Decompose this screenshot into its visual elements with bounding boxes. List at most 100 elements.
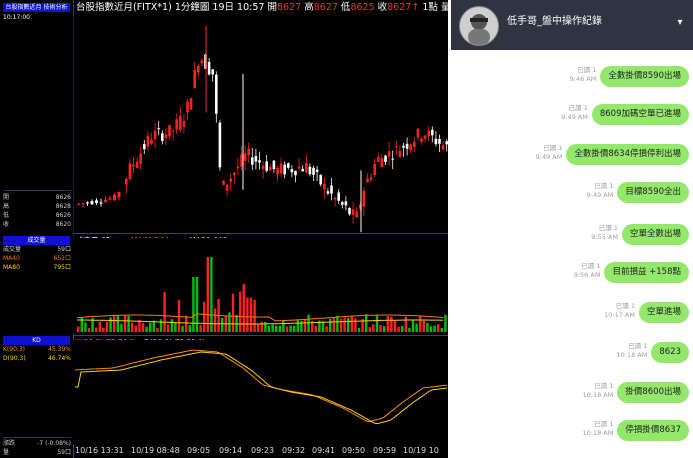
volume-bar — [188, 325, 191, 332]
candle — [423, 135, 427, 139]
chat-message[interactable]: 空單全數出場 已讀 1 9:55 AM — [459, 224, 689, 246]
kd-indicator-chart[interactable] — [73, 340, 448, 444]
message-time: 10:17 AM — [604, 311, 635, 319]
candle — [405, 143, 409, 149]
volume-bar — [131, 322, 134, 332]
divider — [73, 335, 448, 336]
candle — [99, 202, 103, 204]
volume-bar — [239, 291, 242, 332]
volume-bar — [336, 315, 339, 332]
read-receipt: 已讀 1 — [615, 302, 635, 310]
chat-window: 低手哥_盤中操作紀錄 ▾ 全數掛價8590出場 已讀 1 9:46 AM 8609加碼… — [451, 0, 693, 458]
message-bubble[interactable]: 8609加碼空單已進場 — [591, 104, 689, 125]
candle — [373, 164, 376, 176]
main-chart-area[interactable]: 台股指數近月(FITX*1) 1分鐘圖 19日 10:57 開8627 高862… — [73, 0, 448, 458]
chat-message[interactable]: 目標8590全出 已讀 1 9:49 AM — [459, 182, 689, 204]
quote-header: 台股指數近月(FITX*1) 1分鐘圖 19日 10:57 開8627 高862… — [76, 2, 448, 13]
volume-chart[interactable] — [73, 238, 448, 334]
message-bubble[interactable]: 目前損益 +158點 — [604, 262, 689, 283]
candle — [215, 74, 218, 114]
change-row: 漲跌 -7 (-0.08%) — [3, 440, 71, 447]
time-tick: 09:59 — [373, 446, 397, 455]
message-bubble[interactable]: 目標8590全出 — [617, 182, 689, 203]
time-axis: 10/16 13:31 10/19 08:48 09:05 09:14 09:2… — [73, 444, 448, 458]
candle — [315, 169, 319, 173]
candle — [395, 146, 398, 148]
candle — [240, 154, 243, 167]
chat-message[interactable]: 8623 已讀 1 10:18 AM — [459, 342, 689, 364]
read-receipt: 已讀 1 — [543, 144, 563, 152]
low-value: 8625 — [350, 2, 375, 13]
message-bubble[interactable]: 停損掛價8637 — [617, 420, 689, 441]
candle — [135, 161, 139, 168]
message-bubble[interactable]: 8623 — [651, 342, 689, 363]
close-value: 8627 — [387, 2, 412, 13]
candle — [193, 69, 196, 88]
kd-k-row: K(90,3) 45.39% — [3, 346, 71, 353]
volume-bar — [177, 299, 181, 332]
volume-bar — [401, 325, 404, 332]
candle — [348, 207, 351, 215]
chat-message[interactable]: 停損掛價8637 已讀 1 10:18 AM — [459, 420, 689, 442]
candle — [164, 134, 168, 138]
volume-bar — [422, 320, 425, 332]
candle — [211, 69, 214, 75]
candle — [261, 165, 265, 170]
volume-bar — [84, 322, 87, 332]
time-tick: 09:14 — [219, 446, 243, 455]
message-bubble[interactable]: 空單全數出場 — [621, 224, 689, 245]
chevron-down-icon[interactable]: ▾ — [673, 16, 687, 30]
volume-bar — [440, 327, 443, 332]
candle — [189, 98, 193, 110]
volume-bar — [325, 326, 328, 332]
message-bubble[interactable]: 空單進場 — [638, 302, 689, 323]
time-tick: 09:05 — [187, 446, 211, 455]
volume-bar — [192, 277, 195, 332]
panel-title[interactable]: 台股指數近月 技術分析 — [3, 3, 70, 12]
interval-label[interactable]: 1分鐘圖 — [175, 2, 210, 13]
volume-bar — [228, 312, 231, 332]
candle — [445, 141, 448, 145]
chat-message[interactable]: 目前損益 +158點 已讀 1 9:56 AM — [459, 262, 689, 284]
volume-bar — [379, 325, 382, 332]
candle — [297, 166, 301, 169]
volume-bar — [321, 321, 325, 332]
volume-bar — [95, 327, 98, 332]
volume-bar — [411, 319, 415, 332]
message-bubble[interactable]: 掛價8600出場 — [617, 382, 689, 403]
candle — [323, 183, 326, 190]
candle — [251, 157, 254, 165]
message-bubble[interactable]: 全數掛價8634停損停利出場 — [566, 144, 689, 165]
chat-message[interactable]: 8609加碼空單已進場 已讀 1 9:49 AM — [459, 104, 689, 126]
kd-panel-header[interactable]: KD — [3, 336, 70, 345]
volume-bar — [105, 321, 109, 332]
message-meta: 已讀 1 9:46 AM — [570, 66, 597, 84]
avatar[interactable] — [459, 6, 499, 46]
message-time: 9:49 AM — [586, 191, 614, 199]
candle — [150, 139, 153, 144]
candle — [171, 130, 175, 132]
candle — [157, 128, 160, 130]
volume-bar — [102, 327, 105, 332]
volume-bar — [246, 297, 249, 332]
candle — [153, 130, 157, 140]
volume-bar — [296, 319, 299, 332]
chat-message[interactable]: 掛價8600出場 已讀 1 10:18 AM — [459, 382, 689, 404]
candle — [319, 174, 322, 185]
candlestick-chart[interactable] — [73, 16, 448, 238]
volume-bar — [141, 323, 145, 332]
chat-title: 低手哥_盤中操作紀錄 — [507, 16, 602, 27]
chat-message[interactable]: 全數掛價8634停損停利出場 已讀 1 9:49 AM — [459, 144, 689, 166]
volume-bar — [77, 326, 80, 332]
chat-message[interactable]: 全數掛價8590出場 已讀 1 9:46 AM — [459, 66, 689, 88]
message-bubble[interactable]: 全數掛價8590出場 — [600, 66, 689, 87]
candle — [125, 178, 128, 185]
message-meta: 已讀 1 10:18 AM — [583, 420, 614, 438]
volume-bar — [271, 324, 274, 332]
candle — [236, 166, 240, 169]
volume-panel-header[interactable]: 成交量 — [3, 236, 70, 245]
volume-ma40-row: MA40 652口 — [3, 255, 71, 262]
chat-message[interactable]: 空單進場 已讀 1 10:17 AM — [459, 302, 689, 324]
volume-bar — [206, 257, 209, 332]
volume-bar — [285, 326, 289, 332]
